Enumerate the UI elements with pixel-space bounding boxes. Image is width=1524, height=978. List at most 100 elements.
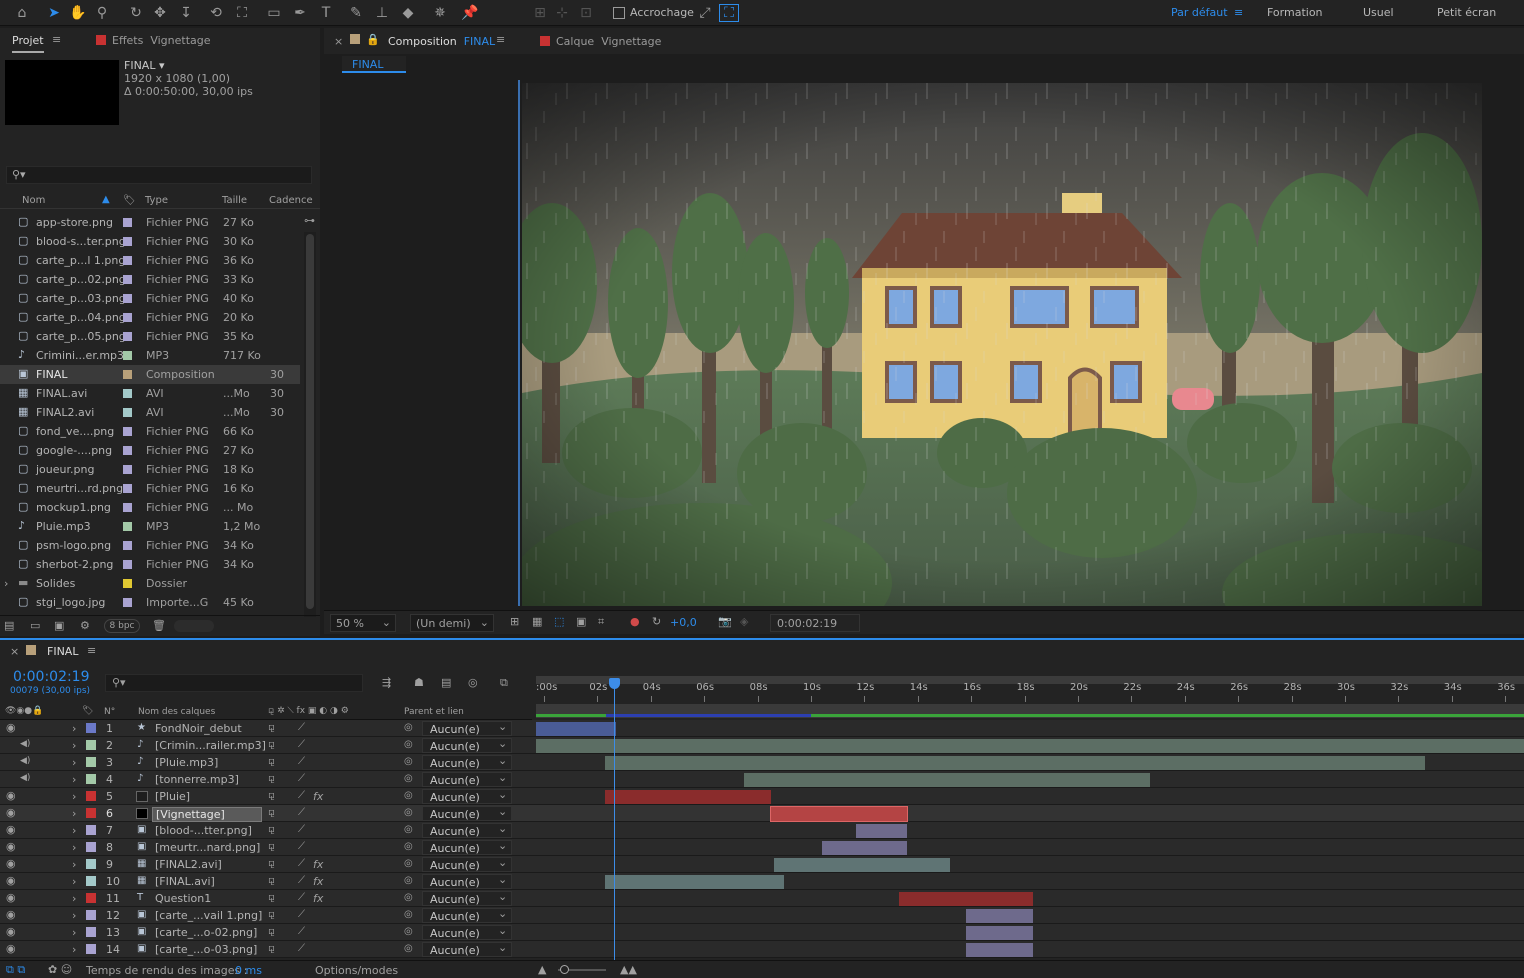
- expand-arrow-icon[interactable]: ›: [72, 807, 76, 820]
- layer-name[interactable]: Question1: [152, 892, 214, 905]
- shy-switch-icon[interactable]: ⚼: [268, 858, 275, 869]
- bit-depth-button[interactable]: 8 bpc: [104, 619, 140, 633]
- exposure-value[interactable]: +0,0: [670, 616, 697, 629]
- label-color-swatch[interactable]: [123, 351, 132, 360]
- comp-flowchart-icon[interactable]: ⇶: [382, 676, 391, 689]
- effects-switch-icon[interactable]: fx: [313, 790, 323, 803]
- label-color-swatch[interactable]: [123, 446, 132, 455]
- layer-duration-bar[interactable]: [769, 806, 909, 822]
- layer-row[interactable]: ◉ › 10 ▦ [FINAL.avi] ⚼ ⟋ fx ◎ Aucun(e) ⌄: [0, 873, 1524, 890]
- expand-arrow-icon[interactable]: ›: [72, 739, 76, 752]
- pickwhip-icon[interactable]: ◎: [404, 722, 413, 733]
- pan-camera-icon[interactable]: ✥: [150, 3, 170, 23]
- expand-arrow-icon[interactable]: ›: [72, 909, 76, 922]
- zoom-tool-icon[interactable]: ⚲: [92, 3, 112, 23]
- quality-switch-icon[interactable]: ⟋: [298, 943, 305, 954]
- show-snapshot-icon[interactable]: ◈: [740, 615, 748, 628]
- project-item[interactable]: ▢ mockup1.png Fichier PNG ... Mo: [0, 498, 300, 517]
- label-color-swatch[interactable]: [123, 503, 132, 512]
- expand-arrow-icon[interactable]: ›: [72, 773, 76, 786]
- layer-duration-bar[interactable]: [965, 909, 1033, 923]
- layer-row[interactable]: ◉ › 1 ★ FondNoir_debut ⚼ ⟋ ◎ Aucun(e) ⌄: [0, 720, 1524, 737]
- layer-duration-bar[interactable]: [899, 892, 1033, 906]
- visibility-eye-icon[interactable]: ◉: [6, 857, 16, 870]
- composition-viewer[interactable]: [522, 83, 1482, 606]
- label-color-swatch[interactable]: [86, 791, 96, 801]
- workspace-menu-icon[interactable]: ≡: [1234, 6, 1243, 19]
- label-color-swatch[interactable]: [123, 408, 132, 417]
- label-color-swatch[interactable]: [123, 560, 132, 569]
- color-channel-icon[interactable]: ●: [630, 615, 640, 628]
- layer-name[interactable]: [carte_...vail 1.png]: [152, 909, 265, 922]
- frame-blending-icon[interactable]: ▤: [441, 676, 451, 689]
- project-search-input[interactable]: ⚲▾: [6, 166, 312, 184]
- project-item[interactable]: ▢ carte_p...l 1.png Fichier PNG 36 Ko: [0, 251, 300, 270]
- layer-search-input[interactable]: ⚲▾: [105, 674, 363, 692]
- rectangle-tool-icon[interactable]: ▭: [264, 3, 284, 23]
- project-item[interactable]: ▢ carte_p...02.png Fichier PNG 33 Ko: [0, 270, 300, 289]
- pen-tool-icon[interactable]: ✒: [290, 3, 310, 23]
- quality-switch-icon[interactable]: ⟋: [298, 875, 305, 886]
- layer-duration-bar[interactable]: [965, 926, 1033, 940]
- project-item[interactable]: ♪ Pluie.mp3 MP3 1,2 Mo: [0, 517, 300, 536]
- sort-asc-icon[interactable]: ▲: [102, 194, 110, 205]
- snap-grid-icon[interactable]: ⛶: [719, 4, 739, 22]
- eraser-tool-icon[interactable]: ◆: [398, 3, 418, 23]
- layer-duration-bar[interactable]: [773, 858, 950, 872]
- puppet-pin-icon[interactable]: 📌: [460, 3, 480, 23]
- lock-icon[interactable]: 🔒: [350, 33, 380, 46]
- tab-project[interactable]: Projet: [12, 34, 44, 53]
- col-rate[interactable]: Cadence: [269, 195, 313, 206]
- label-color-swatch[interactable]: [123, 370, 132, 379]
- quality-switch-icon[interactable]: ⟋: [298, 722, 305, 733]
- label-col-icon[interactable]: 🏷: [82, 706, 93, 716]
- layer-duration-bar[interactable]: [965, 943, 1033, 957]
- audio-speaker-icon[interactable]: ◀): [20, 773, 30, 783]
- pickwhip-icon[interactable]: ◎: [404, 756, 413, 767]
- workspace-usuel[interactable]: Usuel: [1363, 6, 1394, 19]
- label-color-swatch[interactable]: [86, 808, 96, 818]
- project-item[interactable]: ▢ blood-s...ter.png Fichier PNG 30 Ko: [0, 232, 300, 251]
- layer-row[interactable]: ◉ › 7 ▣ [blood-...tter.png] ⚼ ⟋ ◎ Aucun(e) ⌄: [0, 822, 1524, 839]
- orbit-camera-icon[interactable]: ↻: [126, 3, 146, 23]
- project-item[interactable]: ▦ FINAL.avi AVI ...Mo 30: [0, 384, 300, 403]
- col-parent[interactable]: Parent et lien: [404, 707, 464, 717]
- reset-exposure-icon[interactable]: ↻: [652, 615, 661, 628]
- project-item[interactable]: ▢ psm-logo.png Fichier PNG 34 Ko: [0, 536, 300, 555]
- project-scrollbar[interactable]: [304, 232, 316, 617]
- label-color-swatch[interactable]: [123, 218, 132, 227]
- label-color-swatch[interactable]: [86, 825, 96, 835]
- layer-duration-bar[interactable]: [605, 756, 1426, 770]
- options-modes-toggle[interactable]: Options/modes: [315, 964, 398, 977]
- pickwhip-icon[interactable]: ◎: [404, 807, 413, 818]
- brush-tool-icon[interactable]: ✎: [346, 3, 366, 23]
- flowchart-icon[interactable]: ⊶: [304, 214, 315, 227]
- pan-behind-tool-icon[interactable]: ⛶: [232, 3, 252, 23]
- layer-row[interactable]: ◉ › 14 ▣ [carte_...o-03.png] ⚼ ⟋ ◎ Aucun(e) ⌄: [0, 941, 1524, 958]
- label-color-swatch[interactable]: [86, 723, 96, 733]
- viewer-timecode[interactable]: 0:00:02:19: [770, 614, 860, 632]
- time-ruler[interactable]: :00s 02s 04s 06s 08s 10s 12s 14s 16s 18s 20s 22s 24s…: [536, 682, 1524, 704]
- shy-switch-icon[interactable]: ⚼: [268, 722, 275, 733]
- pickwhip-icon[interactable]: ◎: [404, 841, 413, 852]
- quality-switch-icon[interactable]: ⟋: [298, 892, 305, 903]
- project-item[interactable]: ▢ google-....png Fichier PNG 27 Ko: [0, 441, 300, 460]
- shy-switch-icon[interactable]: ⚼: [268, 807, 275, 818]
- expand-arrow-icon[interactable]: ›: [72, 943, 76, 956]
- layer-name[interactable]: [tonnerre.mp3]: [152, 773, 242, 786]
- project-item[interactable]: ▢ meurtri...rd.png Fichier PNG 16 Ko: [0, 479, 300, 498]
- rotate-tool-icon[interactable]: ⟲: [206, 3, 226, 23]
- layer-row[interactable]: ◀) › 2 ♪ [Crimin...railer.mp3] ⚼ ⟋ ◎ Aucun(e) ⌄: [0, 737, 1524, 754]
- shy-switch-icon[interactable]: ⚼: [268, 790, 275, 801]
- pickwhip-icon[interactable]: ◎: [404, 773, 413, 784]
- text-tool-icon[interactable]: T: [316, 3, 336, 23]
- visibility-eye-icon[interactable]: ◉: [6, 789, 16, 802]
- project-item[interactable]: ▢ app-store.png Fichier PNG 27 Ko: [0, 213, 300, 232]
- layer-row[interactable]: ◉ › 12 ▣ [carte_...vail 1.png] ⚼ ⟋ ◎ Aucun(e) ⌄: [0, 907, 1524, 924]
- zoom-in-icon[interactable]: ▲▲: [620, 963, 637, 976]
- layer-duration-bar[interactable]: [536, 739, 1524, 753]
- project-item[interactable]: ▦ FINAL2.avi AVI ...Mo 30: [0, 403, 300, 422]
- av-switches-icon[interactable]: 👁◉●🔒: [5, 706, 43, 716]
- project-item[interactable]: ▢ sherbot-2.png Fichier PNG 34 Ko: [0, 555, 300, 574]
- layer-row[interactable]: ◀) › 4 ♪ [tonnerre.mp3] ⚼ ⟋ ◎ Aucun(e) ⌄: [0, 771, 1524, 788]
